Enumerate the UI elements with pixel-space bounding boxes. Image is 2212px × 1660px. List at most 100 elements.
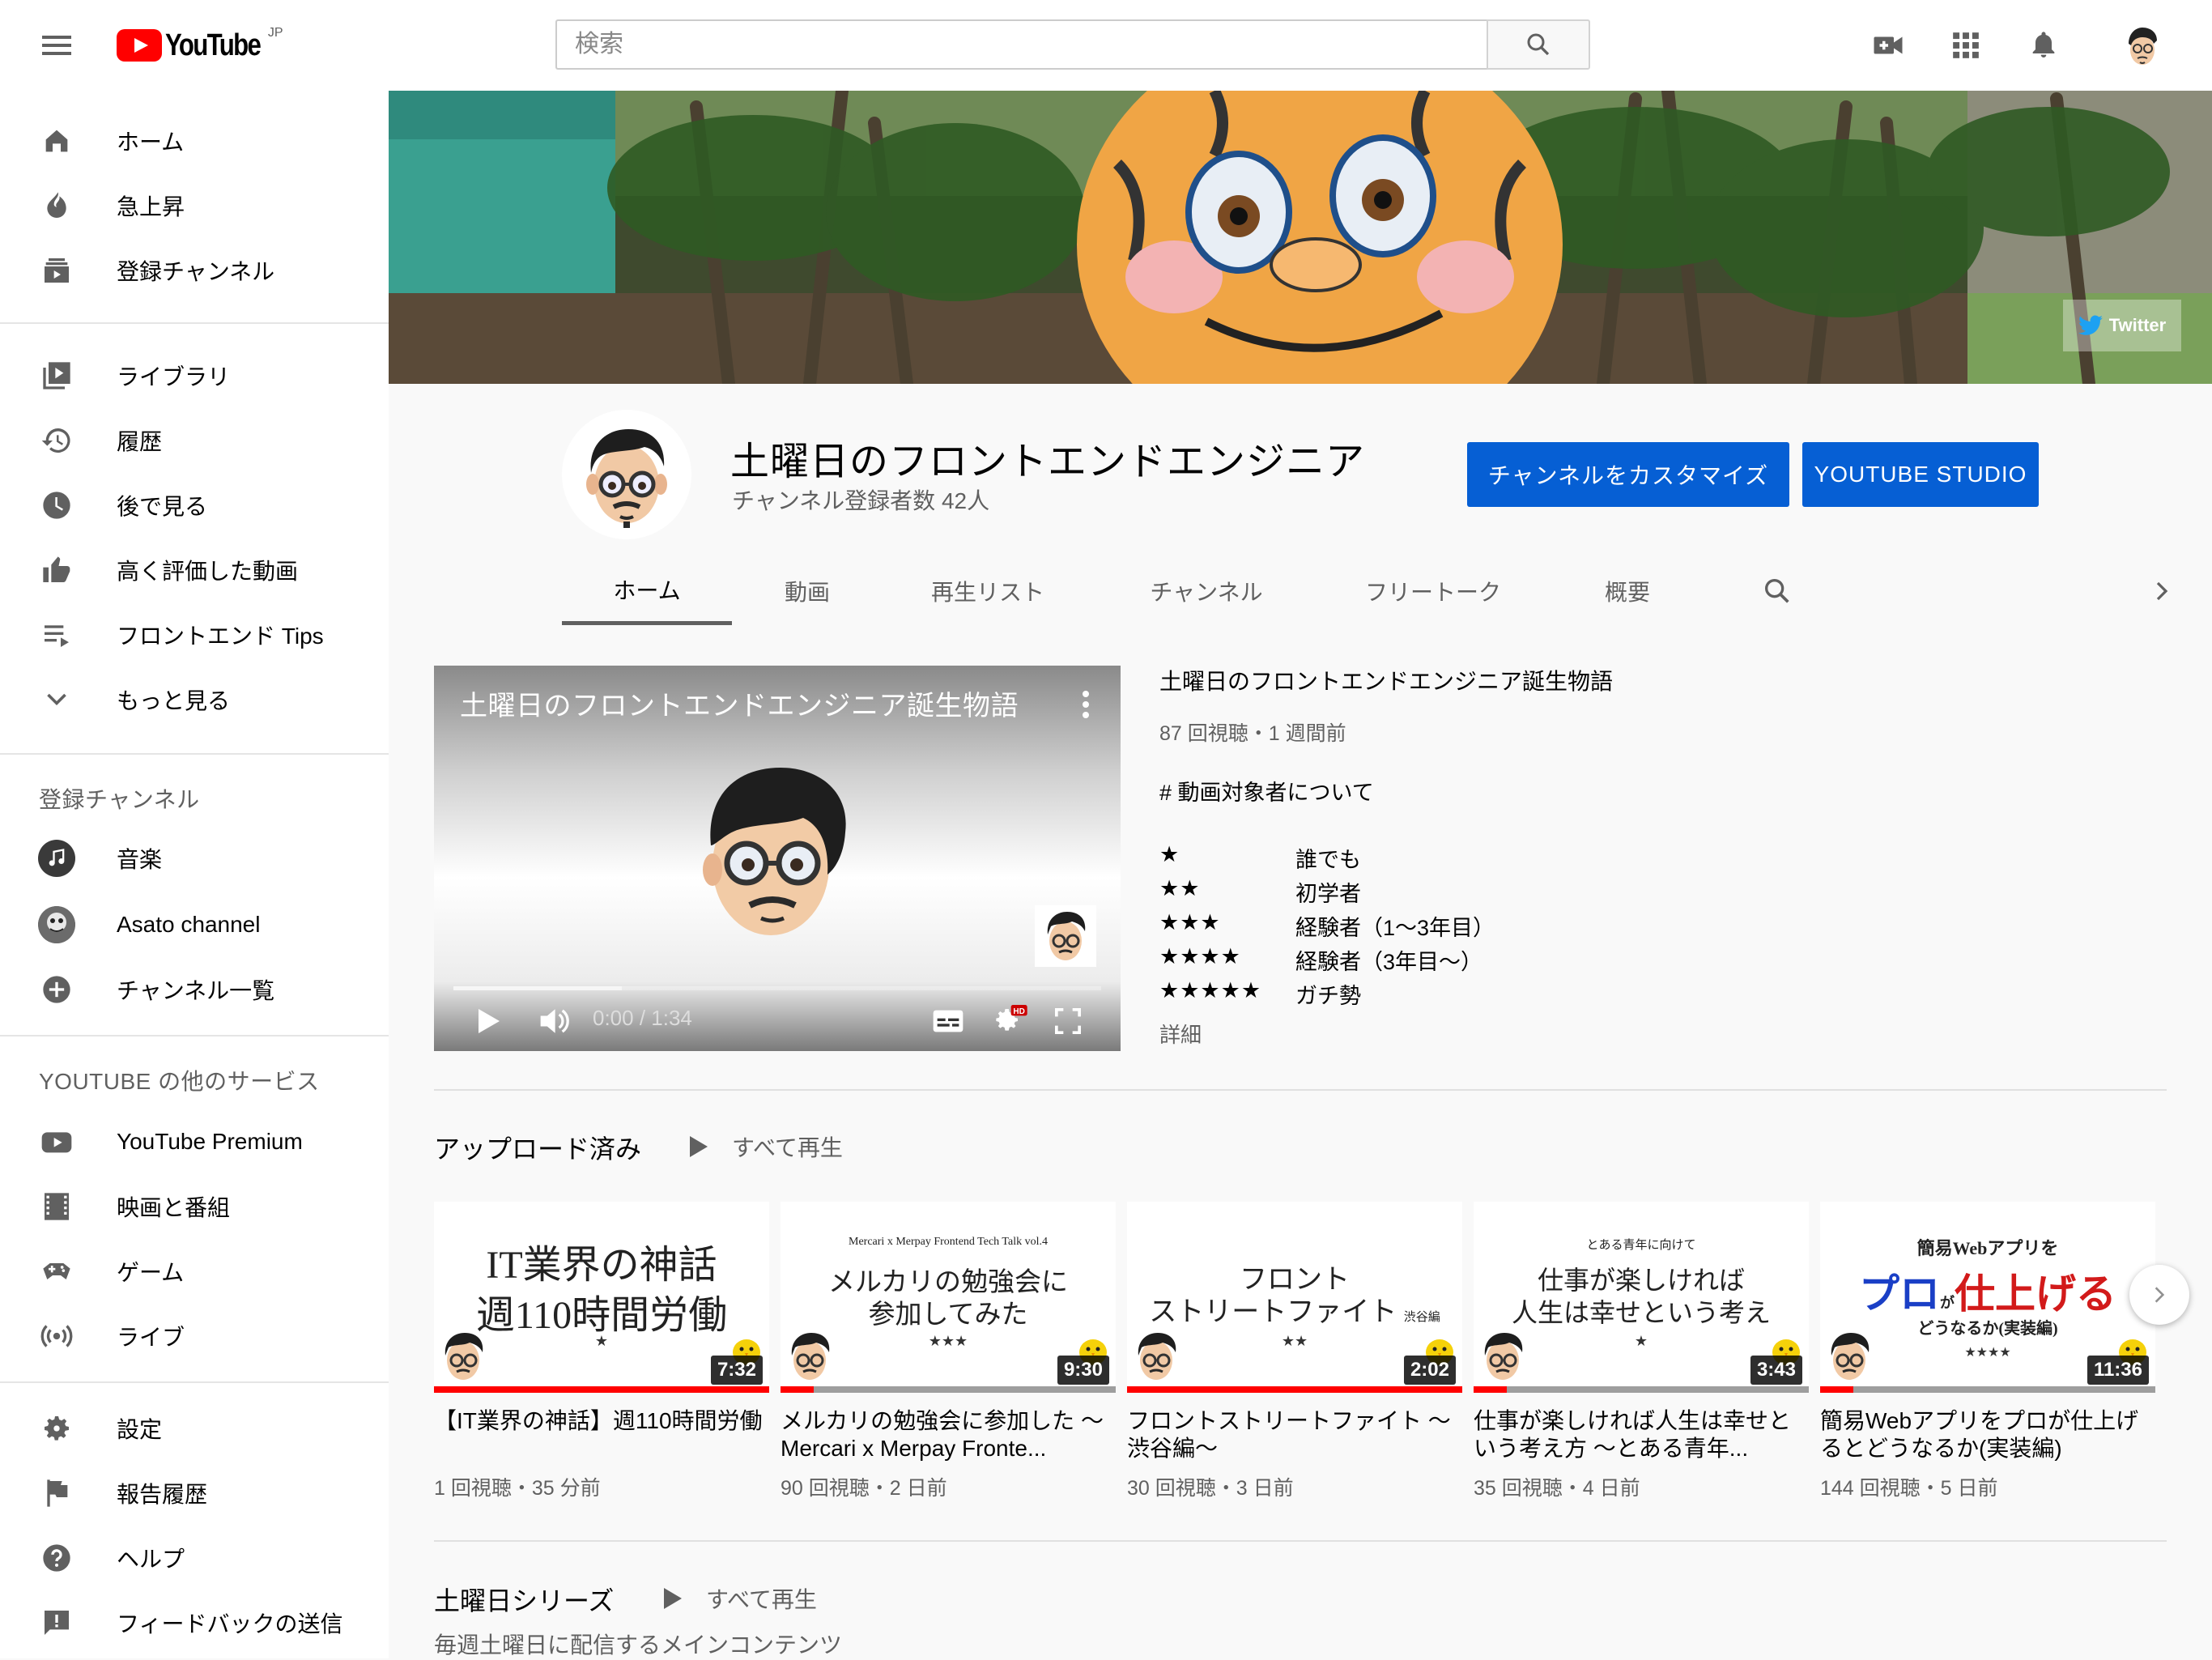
- account-avatar[interactable]: [2118, 21, 2167, 70]
- level-stars: ★★: [1159, 876, 1201, 900]
- tab-home[interactable]: ホーム: [562, 557, 732, 625]
- video-meta: 144 回視聴・5 日前: [1820, 1477, 1998, 1500]
- sidebar-item-gaming[interactable]: ゲーム: [0, 1239, 389, 1304]
- play-icon[interactable]: [473, 1001, 505, 1041]
- series-play-all-button[interactable]: すべて再生: [664, 1582, 817, 1615]
- sidebar-item-browse-channels[interactable]: チャンネル一覧: [0, 957, 389, 1022]
- featured-video-meta: 87 回視聴・1 週間前: [1159, 722, 1346, 745]
- sidebar-item-label: フィードバックの送信: [117, 1611, 343, 1637]
- playlist-icon: [37, 615, 76, 654]
- sidebar-item-movies-shows[interactable]: 映画と番組: [0, 1174, 389, 1239]
- sidebar-item-label: YouTube Premium: [117, 1129, 303, 1154]
- more-services-heading: YOUTUBE の他のサービス: [39, 1069, 320, 1094]
- video-card[interactable]: フロント ストリートファイト 渋谷編 ★★ 2:02 フロントストリートファイト…: [1127, 1202, 1462, 1501]
- channel-title: 土曜日のフロントエンドエンジニア: [730, 441, 1366, 483]
- sidebar-item-youtube-premium[interactable]: YouTube Premium: [0, 1109, 389, 1174]
- masthead: YouTube JP: [0, 0, 2212, 91]
- video-thumbnail[interactable]: IT業界の神話 週110時間労働 ★ 7:32: [434, 1202, 769, 1393]
- video-title[interactable]: 簡易Webアプリをプロが仕上げるとどうなるか(実装編): [1820, 1407, 2155, 1462]
- customize-channel-button[interactable]: チャンネルをカスタマイズ: [1467, 442, 1789, 507]
- create-video-icon[interactable]: [1867, 24, 1909, 66]
- thumbnail-text: Mercari x Merpay Frontend Tech Talk vol.…: [849, 1236, 1048, 1248]
- series-shelf-title[interactable]: 土曜日シリーズ: [434, 1581, 614, 1618]
- sidebar-item-show-more[interactable]: もっと見る: [0, 667, 389, 732]
- sidebar-item-label: もっと見る: [117, 688, 231, 713]
- sidebar-item-label: ゲーム: [117, 1260, 185, 1285]
- search-icon: [1527, 33, 1550, 56]
- sidebar-item-label: 急上昇: [117, 194, 185, 219]
- apps-grid-icon[interactable]: [1945, 24, 1987, 66]
- series-shelf-description: 毎週土曜日に配信するメインコンテンツ: [434, 1632, 843, 1658]
- captions-icon[interactable]: [929, 1001, 967, 1041]
- search-input[interactable]: [555, 19, 1487, 70]
- video-title[interactable]: フロントストリートファイト 〜渋谷編〜: [1127, 1407, 1462, 1462]
- fullscreen-icon[interactable]: [1049, 1001, 1087, 1041]
- youtube-logo[interactable]: YouTube JP: [117, 26, 283, 63]
- thumbnail-memoji: [1827, 1331, 1872, 1381]
- video-thumbnail[interactable]: とある青年に向けて 仕事が楽しければ 人生は幸せという考え ★ 3:43: [1474, 1202, 1809, 1393]
- volume-icon[interactable]: [534, 1001, 573, 1041]
- tab-free-talk[interactable]: フリートーク: [1344, 557, 1522, 625]
- sidebar-item-report-history[interactable]: 報告履歴: [0, 1461, 389, 1526]
- notifications-bell-icon[interactable]: [2023, 24, 2065, 66]
- featured-video-title[interactable]: 土曜日のフロントエンドエンジニア誕生物語: [1159, 664, 1613, 696]
- video-title[interactable]: メルカリの勉強会に参加した 〜 Mercari x Merpay Fronte.…: [781, 1407, 1116, 1462]
- video-card[interactable]: とある青年に向けて 仕事が楽しければ 人生は幸せという考え ★ 3:43 仕事が…: [1474, 1202, 1809, 1501]
- youtube-studio-button[interactable]: YOUTUBE STUDIO: [1802, 442, 2039, 507]
- read-more-link[interactable]: 詳細: [1159, 1019, 1202, 1049]
- channel-avatar[interactable]: [562, 410, 691, 539]
- featured-video-player[interactable]: 土曜日のフロントエンドエンジニア誕生物語 0:00 / 1:34 HD: [434, 666, 1121, 1051]
- sidebar-item-label: ヘルプ: [117, 1547, 185, 1572]
- sidebar-item-trending[interactable]: 急上昇: [0, 173, 389, 238]
- hamburger-menu-icon[interactable]: [39, 29, 74, 62]
- sidebar-item-liked-videos[interactable]: 高く評価した動画: [0, 538, 389, 602]
- sidebar-item-label: ライブ: [117, 1325, 185, 1350]
- uploads-play-all-button[interactable]: すべて再生: [690, 1130, 843, 1163]
- level-stars: ★★★★★: [1159, 978, 1262, 1002]
- search-button[interactable]: [1487, 19, 1590, 70]
- thumbnail-memoji: [1480, 1331, 1525, 1381]
- shelf-next-arrow-icon[interactable]: [2129, 1265, 2189, 1325]
- video-title[interactable]: 仕事が楽しければ人生は幸せという考え方 〜とある青年...: [1474, 1407, 1809, 1462]
- sidebar-item-label: ライブラリ: [117, 364, 231, 389]
- tabs-scroll-right-icon[interactable]: [2138, 557, 2186, 625]
- video-card[interactable]: 簡易Webアプリを プロが仕上げる どうなるか(実装編) ★★★★ 11:36 …: [1820, 1202, 2155, 1501]
- music-icon: [37, 839, 76, 878]
- uploads-shelf-title[interactable]: アップロード済み: [434, 1129, 641, 1166]
- sidebar-item-history[interactable]: 履歴: [0, 408, 389, 473]
- sidebar-item-asato-channel[interactable]: Asato channel: [0, 892, 389, 957]
- sidebar-item-live[interactable]: ライブ: [0, 1304, 389, 1368]
- sidebar-item-music[interactable]: 音楽: [0, 826, 389, 891]
- tab-channels[interactable]: チャンネル: [1109, 557, 1304, 625]
- video-card[interactable]: Mercari x Merpay Frontend Tech Talk vol.…: [781, 1202, 1116, 1501]
- chevron-down-icon: [37, 680, 76, 719]
- sidebar-item-send-feedback[interactable]: フィードバックの送信: [0, 1590, 389, 1655]
- video-thumbnail[interactable]: 簡易Webアプリを プロが仕上げる どうなるか(実装編) ★★★★ 11:36: [1820, 1202, 2155, 1393]
- sidebar-item-subscriptions[interactable]: 登録チャンネル: [0, 238, 389, 303]
- player-title[interactable]: 土曜日のフロントエンドエンジニア誕生物語: [460, 683, 1019, 723]
- sidebar-item-library[interactable]: ライブラリ: [0, 343, 389, 408]
- video-duration: 11:36: [2087, 1356, 2149, 1385]
- sidebar-item-help[interactable]: ヘルプ: [0, 1526, 389, 1590]
- channel-watermark[interactable]: [1035, 905, 1096, 967]
- history-icon: [37, 421, 76, 460]
- tab-videos[interactable]: 動画: [743, 557, 871, 625]
- video-title[interactable]: 【IT業界の神話】週110時間労働: [434, 1407, 769, 1462]
- video-progress-bar[interactable]: [453, 986, 1101, 990]
- watch-progress: [1127, 1386, 1462, 1393]
- settings-hd-icon[interactable]: HD: [989, 1001, 1030, 1041]
- sidebar-item-playlist[interactable]: フロントエンド Tips: [0, 602, 389, 667]
- sidebar-item-home[interactable]: ホーム: [0, 109, 389, 173]
- add-circle-icon: [37, 970, 76, 1009]
- video-thumbnail[interactable]: フロント ストリートファイト 渋谷編 ★★ 2:02: [1127, 1202, 1462, 1393]
- tab-about[interactable]: 概要: [1571, 557, 1684, 625]
- sidebar-item-label: 履歴: [117, 429, 163, 454]
- video-thumbnail[interactable]: Mercari x Merpay Frontend Tech Talk vol.…: [781, 1202, 1116, 1393]
- video-card[interactable]: IT業界の神話 週110時間労働 ★ 7:32 【IT業界の神話】週110時間労…: [434, 1202, 769, 1501]
- channel-search-icon[interactable]: [1749, 557, 1806, 625]
- twitter-link[interactable]: Twitter: [2063, 300, 2181, 351]
- more-vert-icon[interactable]: [1074, 685, 1098, 724]
- tab-playlists[interactable]: 再生リスト: [897, 557, 1078, 625]
- sidebar-item-watch-later[interactable]: 後で見る: [0, 473, 389, 538]
- sidebar-item-settings[interactable]: 設定: [0, 1396, 389, 1461]
